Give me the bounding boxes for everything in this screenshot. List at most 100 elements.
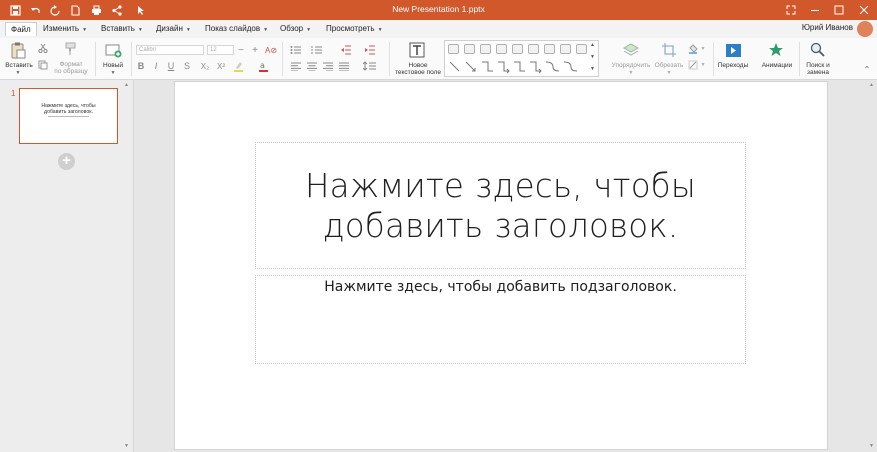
slide-scrollbar[interactable]: ▲ ▼	[868, 82, 877, 452]
gallery-scroll-down-icon[interactable]: ▼	[590, 54, 595, 60]
rectangle-shape[interactable]	[528, 44, 539, 54]
title-bar: New Presentation 1.pptx	[0, 0, 877, 20]
align-left-icon[interactable]	[290, 60, 302, 72]
find-replace-button[interactable]: Поиск и замена	[803, 62, 833, 76]
arrange-button[interactable]: Упорядочить	[608, 62, 654, 69]
restore-icon[interactable]	[783, 2, 799, 18]
chevron-down-icon[interactable]: ▼	[699, 62, 707, 69]
decrease-indent-icon[interactable]	[340, 44, 352, 56]
new-slide-icon[interactable]	[104, 41, 122, 59]
italic-icon[interactable]: I	[151, 60, 161, 72]
cut-icon[interactable]	[37, 42, 49, 54]
collapse-ribbon-icon[interactable]: ⌃	[862, 64, 872, 74]
menu-view[interactable]: Просмотреть ▼	[321, 22, 388, 36]
new-slide-button[interactable]: Новый	[100, 62, 126, 69]
decrease-font-icon[interactable]: −	[236, 44, 246, 56]
align-center-icon[interactable]	[306, 60, 318, 72]
subtitle-placeholder[interactable]: Нажмите здесь, чтобы добавить подзаголов…	[255, 275, 746, 364]
menu-file[interactable]: Файл	[5, 22, 37, 36]
font-size-value: 12	[210, 47, 217, 53]
chevron-down-icon[interactable]: ▼	[13, 70, 23, 77]
underline-icon[interactable]: U	[166, 60, 176, 72]
crop-button[interactable]: Обрезать	[650, 62, 688, 69]
scroll-down-icon[interactable]: ▼	[124, 443, 129, 449]
close-icon[interactable]	[856, 2, 872, 18]
rectangle-shape[interactable]	[448, 44, 459, 54]
justify-icon[interactable]	[338, 60, 350, 72]
outline-icon[interactable]	[687, 59, 698, 70]
crop-icon[interactable]	[660, 41, 678, 59]
rectangle-shape[interactable]	[496, 44, 507, 54]
bullet-list-icon[interactable]	[289, 44, 303, 56]
increase-indent-icon[interactable]	[364, 44, 376, 56]
rectangle-shape[interactable]	[480, 44, 491, 54]
maximize-icon[interactable]	[831, 2, 847, 18]
add-slide-button[interactable]: +	[58, 153, 75, 170]
rectangle-shape[interactable]	[560, 44, 571, 54]
menu-slideshow[interactable]: Показ слайдов ▼	[200, 22, 273, 36]
gallery-expand-icon[interactable]: ▼	[590, 66, 595, 72]
menu-insert[interactable]: Вставить ▼	[96, 22, 148, 36]
format-painter-button[interactable]: Формат по образцу	[52, 61, 90, 75]
find-replace-label-line1: Поиск и	[806, 62, 830, 69]
scroll-up-icon[interactable]: ▲	[869, 82, 874, 88]
subtitle-text: Нажмите здесь, чтобы добавить подзаголов…	[324, 279, 677, 295]
minimize-icon[interactable]	[807, 2, 823, 18]
slides-panel-scrollbar[interactable]: ▲ ▼	[123, 82, 131, 452]
chevron-down-icon: ▼	[263, 27, 269, 33]
ribbon-separator	[713, 42, 714, 76]
format-painter-icon[interactable]	[63, 41, 79, 57]
superscript-icon[interactable]: X²	[215, 60, 227, 72]
chevron-down-icon[interactable]: ▼	[626, 70, 636, 77]
chevron-down-icon: ▼	[82, 27, 88, 33]
svg-text:a: a	[260, 61, 265, 70]
chevron-down-icon[interactable]: ▼	[664, 70, 674, 77]
text-box-label-line1: Новое	[408, 62, 428, 69]
text-box-button[interactable]: Новое текстовое поле	[392, 62, 444, 76]
scroll-down-icon[interactable]: ▼	[869, 443, 874, 449]
animations-button[interactable]: Анимации	[757, 62, 797, 69]
chevron-down-icon[interactable]: ▼	[699, 46, 707, 53]
animations-icon[interactable]	[767, 41, 785, 59]
gallery-scroll-up-icon[interactable]: ▲	[590, 42, 595, 48]
rectangle-shape[interactable]	[544, 44, 555, 54]
scroll-up-icon[interactable]: ▲	[124, 82, 129, 88]
chevron-down-icon[interactable]: ▼	[108, 70, 118, 77]
font-family-select[interactable]: Calibri	[136, 45, 204, 55]
clear-format-icon[interactable]: A⊘	[265, 44, 277, 56]
user-name[interactable]: Юрий Иванов	[802, 23, 853, 32]
font-color-icon[interactable]: a	[257, 60, 269, 72]
text-box-icon[interactable]	[408, 41, 426, 59]
title-placeholder[interactable]: Нажмите здесь, чтобы добавить заголовок.	[255, 142, 746, 269]
arrange-icon[interactable]	[622, 41, 640, 59]
menu-view-label: Просмотреть	[326, 24, 375, 33]
connector-shapes[interactable]	[448, 59, 588, 74]
copy-icon[interactable]	[37, 59, 49, 71]
strikethrough-icon[interactable]: S	[182, 60, 192, 72]
rectangle-shape[interactable]	[512, 44, 523, 54]
plus-icon: +	[62, 152, 71, 169]
slide-thumbnail[interactable]: Нажмите здесь, чтобы добавить заголовок.	[19, 88, 118, 144]
rectangle-shape[interactable]	[576, 44, 587, 54]
shape-gallery[interactable]: ▲ ▼ ▼	[444, 40, 599, 77]
line-spacing-icon[interactable]	[362, 60, 380, 72]
numbered-list-icon[interactable]	[310, 44, 324, 56]
subscript-icon[interactable]: X₂	[199, 60, 211, 72]
fill-icon[interactable]	[687, 43, 698, 54]
menu-edit[interactable]: Изменить ▼	[38, 22, 92, 36]
increase-font-icon[interactable]: +	[250, 44, 260, 56]
avatar[interactable]	[857, 21, 873, 37]
paste-icon[interactable]	[9, 41, 27, 59]
bold-icon[interactable]: B	[136, 60, 146, 72]
search-icon[interactable]	[809, 41, 827, 59]
highlight-icon[interactable]	[232, 60, 244, 72]
transitions-icon[interactable]	[724, 41, 742, 59]
paste-button[interactable]: Вставить	[4, 62, 34, 69]
menu-design[interactable]: Дизайн ▼	[151, 22, 196, 36]
align-right-icon[interactable]	[322, 60, 334, 72]
new-slide-label: Новый	[102, 62, 124, 69]
font-size-select[interactable]: 12	[207, 45, 234, 55]
transitions-button[interactable]: Переходы	[712, 62, 754, 69]
rectangle-shape[interactable]	[464, 44, 475, 54]
menu-review[interactable]: Обзор ▼	[275, 22, 316, 36]
